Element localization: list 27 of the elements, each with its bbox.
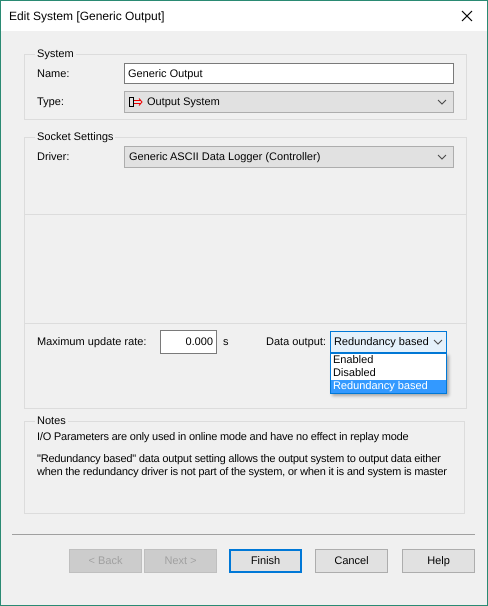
type-dropdown[interactable]: Output System <box>124 91 454 113</box>
field-label: Data output: <box>266 336 326 348</box>
group-title: System <box>36 48 75 60</box>
field-label: Maximum update rate: <box>37 336 148 348</box>
chevron-icon <box>437 154 447 160</box>
field-label: Driver: <box>37 151 70 163</box>
dialog-button[interactable]: Cancel <box>315 549 388 573</box>
output-system-icon <box>129 97 143 107</box>
dropdown-option[interactable]: Enabled <box>330 354 446 367</box>
name-field[interactable]: Generic Output <box>124 63 454 84</box>
chevron-icon <box>432 339 443 345</box>
window-title: Edit System [Generic Output] <box>9 9 164 23</box>
dialog-button[interactable]: Help <box>402 549 475 573</box>
chevron-icon <box>437 99 447 105</box>
group-title: Socket Settings <box>36 131 114 143</box>
note-text: "Redundancy based" data output setting allows the output system to output data either when the redundancy driver is not part of the system, or when it is and system is master <box>37 453 448 479</box>
dropdown-option[interactable]: Disabled <box>330 367 446 380</box>
driver-dropdown[interactable]: Generic ASCII Data Logger (Controller) <box>124 146 454 168</box>
rate-field[interactable]: 0.000 <box>160 330 217 354</box>
unit-label: s <box>223 336 230 348</box>
dialog-button[interactable]: Finish <box>229 549 302 573</box>
data-output-dropdown[interactable]: Redundancy based <box>330 331 447 353</box>
group-title: Notes <box>36 415 67 427</box>
close-icon[interactable] <box>461 10 473 22</box>
note-text: I/O Parameters are only used in online mode and have no effect in replay mode <box>37 431 410 444</box>
field-label: Name: <box>37 68 70 80</box>
field-label: Type: <box>37 96 65 108</box>
